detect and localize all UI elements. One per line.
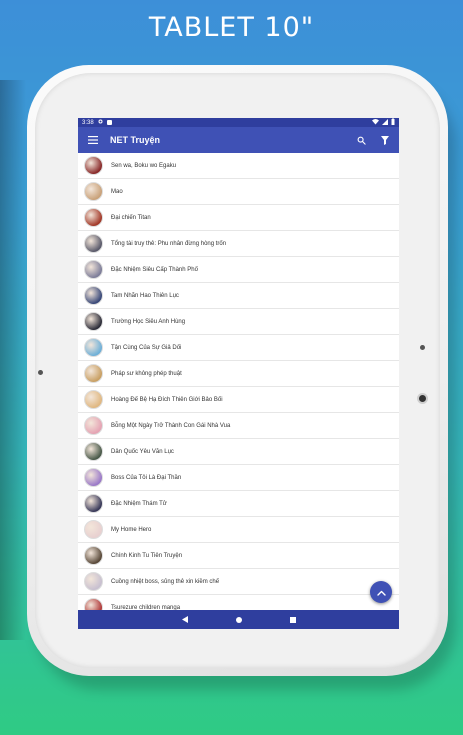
tablet-sensor-right [420,345,425,350]
comic-thumbnail [84,182,103,201]
comic-thumbnail [84,286,103,305]
chevron-up-icon [376,583,386,601]
comic-title: My Home Hero [111,526,152,533]
comic-thumbnail [84,598,103,610]
list-item[interactable]: Cuồng nhiệt boss, sủng thê xin kiềm chế [78,569,399,595]
signal-icon [382,118,388,127]
comic-title: Đặc Nhiệm Thám Tử [111,500,167,507]
comic-title: Trường Học Siêu Anh Hùng [111,318,186,325]
comic-title: Đại chiến Titan [111,214,151,221]
list-item[interactable]: My Home Hero [78,517,399,543]
comic-title: Chính Kinh Tu Tiên Truyện [111,552,183,559]
status-time: 3:38 [82,119,94,126]
background-shade [0,80,26,640]
comic-title: Boss Của Tôi Là Đại Thần [111,474,182,481]
comic-thumbnail [84,208,103,227]
comic-thumbnail [84,338,103,357]
battery-icon [391,118,395,127]
comic-thumbnail [84,416,103,435]
comic-title: Sen wa, Boku wo Egaku [111,162,177,169]
recents-icon[interactable] [288,615,298,625]
list-item[interactable]: Chính Kinh Tu Tiên Truyện [78,543,399,569]
comic-title: Dân Quốc Yêu Văn Lục [111,448,174,455]
comic-thumbnail [84,442,103,461]
comic-thumbnail [84,390,103,409]
list-item[interactable]: Hoàng Đế Bệ Hạ Đích Thiên Giới Bảo Bối [78,387,399,413]
system-nav-bar [78,610,399,629]
scroll-top-button[interactable] [370,581,392,603]
list-item[interactable]: Đặc Nhiệm Thám Tử [78,491,399,517]
comic-thumbnail [84,234,103,253]
list-item[interactable]: Bỗng Một Ngày Trở Thành Con Gái Nhà Vua [78,413,399,439]
list-item[interactable]: Tsurezure children manga [78,595,399,610]
list-item[interactable]: Đại chiến Titan [78,205,399,231]
tablet-camera [419,395,426,402]
comic-thumbnail [84,364,103,383]
menu-icon[interactable] [86,133,100,147]
comic-title: Tam Nhãn Hao Thiên Lục [111,292,179,299]
comic-title: Tận Cùng Của Sự Giả Dối [111,344,182,351]
comic-title: Hoàng Đế Bệ Hạ Đích Thiên Giới Bảo Bối [111,396,223,403]
comic-thumbnail [84,468,103,487]
comic-title: Mao [111,188,123,195]
comic-thumbnail [84,572,103,591]
home-icon[interactable] [234,615,244,625]
comic-title: Đặc Nhiệm Siêu Cấp Thành Phố [111,266,198,273]
tablet-sensor-left [38,370,43,375]
list-item[interactable]: Tam Nhãn Hao Thiên Lục [78,283,399,309]
comic-thumbnail [84,312,103,331]
filter-icon[interactable] [379,134,391,146]
list-item[interactable]: Dân Quốc Yêu Văn Lục [78,439,399,465]
status-bar: 3:38 [78,118,399,127]
comic-title: Pháp sư không phép thuật [111,370,182,377]
comic-thumbnail [84,520,103,539]
promo-title: TABLET 10" [148,12,315,43]
list-item[interactable]: Sen wa, Boku wo Egaku [78,153,399,179]
comic-thumbnail [84,156,103,175]
list-item[interactable]: Trường Học Siêu Anh Hùng [78,309,399,335]
back-icon[interactable] [180,615,190,625]
comic-thumbnail [84,260,103,279]
wifi-icon [372,118,379,127]
app-title: NET Truyện [110,135,161,145]
settings-notification-icon [98,119,103,126]
list-item[interactable]: Boss Của Tôi Là Đại Thần [78,465,399,491]
comic-list[interactable]: Sen wa, Boku wo Egaku Mao Đại chiến Titan T… [78,153,399,610]
list-item[interactable]: Tận Cùng Của Sự Giả Dối [78,335,399,361]
app-screen: 3:38 NET Truyện Sen wa, Boku wo Egaku Ma… [78,118,399,629]
list-item[interactable]: Tổng tài truy thê: Phu nhân đừng hòng tr… [78,231,399,257]
app-bar: NET Truyện [78,127,399,153]
list-item[interactable]: Pháp sư không phép thuật [78,361,399,387]
comic-title: Bỗng Một Ngày Trở Thành Con Gái Nhà Vua [111,422,231,429]
list-item[interactable]: Đặc Nhiệm Siêu Cấp Thành Phố [78,257,399,283]
comic-title: Cuồng nhiệt boss, sủng thê xin kiềm chế [111,578,220,585]
sd-card-icon [106,120,112,125]
comic-thumbnail [84,494,103,513]
list-item[interactable]: Mao [78,179,399,205]
search-icon[interactable] [355,134,367,146]
comic-thumbnail [84,546,103,565]
comic-title: Tổng tài truy thê: Phu nhân đừng hòng tr… [111,240,227,247]
